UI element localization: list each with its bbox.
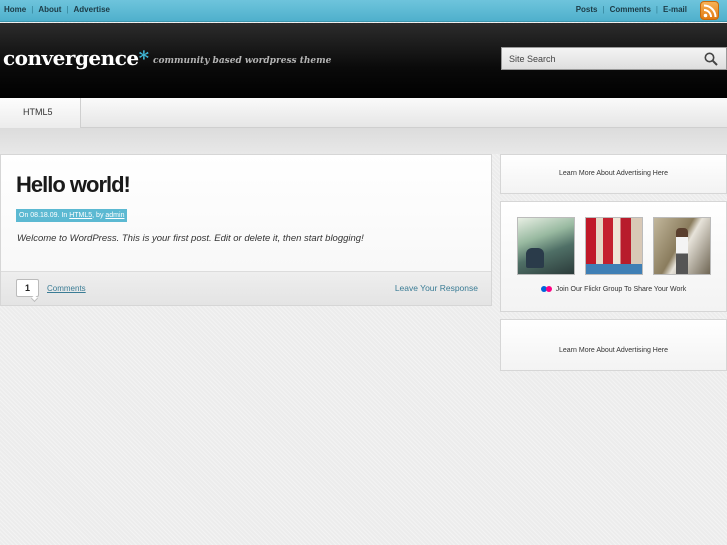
flickr-photo-3[interactable] bbox=[653, 217, 711, 275]
magnifier-icon[interactable] bbox=[704, 52, 718, 66]
ad-widget-top: Learn More About Advertising Here bbox=[500, 154, 727, 194]
ad-widget-bottom: Learn More About Advertising Here bbox=[500, 319, 727, 371]
search-input[interactable]: Site Search bbox=[501, 47, 727, 70]
sub-nav-band bbox=[0, 128, 727, 154]
top-nav-left: Home | About | Advertise bbox=[4, 5, 110, 14]
search-placeholder: Site Search bbox=[509, 54, 556, 64]
comment-count: 1 bbox=[24, 283, 30, 293]
nav-link-advertise[interactable]: Advertise bbox=[74, 5, 110, 14]
category-link[interactable]: HTML5 bbox=[69, 212, 92, 219]
post-card: Hello world! On 08.18.09. In HTML5, by a… bbox=[0, 154, 492, 306]
nav-link-posts[interactable]: Posts bbox=[576, 5, 598, 14]
main-nav: HTML5 bbox=[0, 98, 727, 128]
author-link[interactable]: admin bbox=[105, 212, 124, 219]
post-excerpt: Welcome to WordPress. This is your first… bbox=[17, 233, 364, 244]
top-bar: Home | About | Advertise Posts | Comments | E-ma… bbox=[0, 0, 727, 22]
flickr-photo-1[interactable] bbox=[517, 217, 575, 275]
leave-response-link[interactable]: Leave Your Response bbox=[395, 283, 478, 293]
nav-link-comments[interactable]: Comments bbox=[610, 5, 651, 14]
site-header: convergence* community based wordpress t… bbox=[0, 23, 727, 98]
nav-link-home[interactable]: Home bbox=[4, 5, 26, 14]
advertise-link-bottom[interactable]: Learn More About Advertising Here bbox=[501, 347, 726, 354]
advertise-link-top[interactable]: Learn More About Advertising Here bbox=[501, 170, 726, 177]
top-nav-right: Posts | Comments | E-mail bbox=[575, 5, 687, 14]
nav-link-email[interactable]: E-mail bbox=[663, 5, 687, 14]
nav-link-about[interactable]: About bbox=[38, 5, 61, 14]
post-title[interactable]: Hello world! bbox=[16, 172, 131, 198]
post-footer: 1 Comments Leave Your Response bbox=[1, 271, 491, 305]
comments-link[interactable]: Comments bbox=[47, 284, 86, 293]
post-meta: On 08.18.09. In HTML5, by admin bbox=[16, 209, 128, 222]
site-tagline: community based wordpress theme bbox=[153, 56, 332, 66]
flickr-widget: Join Our Flickr Group To Share Your Work bbox=[500, 201, 727, 312]
rss-feed-icon[interactable] bbox=[700, 1, 719, 20]
logo-star: * bbox=[138, 46, 149, 70]
flickr-photo-2[interactable] bbox=[585, 217, 643, 275]
comment-count-bubble[interactable]: 1 bbox=[16, 279, 39, 303]
flickr-group-link[interactable]: Join Our Flickr Group To Share Your Work bbox=[501, 286, 726, 293]
site-logo[interactable]: convergence* bbox=[3, 46, 149, 70]
tab-html5[interactable]: HTML5 bbox=[0, 98, 81, 128]
